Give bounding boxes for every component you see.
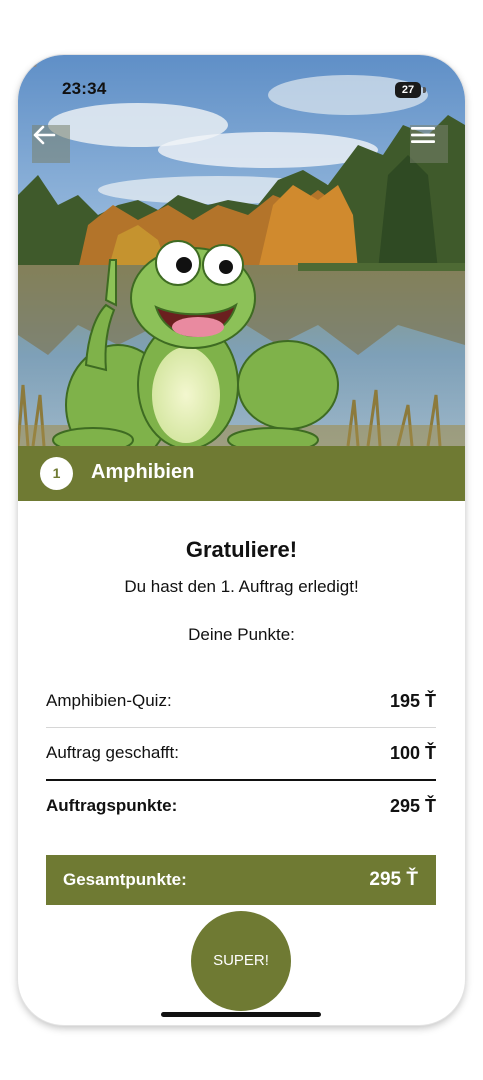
- points-row-value: 295 Ť: [389, 796, 436, 816]
- mission-number-badge: 1: [40, 457, 73, 490]
- battery-level: 27: [395, 82, 421, 98]
- super-button[interactable]: SUPER!: [191, 911, 291, 1011]
- arrow-left-icon: [33, 125, 56, 145]
- grand-total-label: Gesamtpunkte:: [63, 870, 187, 889]
- mission-header: 1 Amphibien: [18, 446, 465, 501]
- points-row-value: 100 Ť: [389, 743, 436, 763]
- congrats-title: Gratuliere!: [185, 537, 298, 562]
- status-bar: 23:34 27: [18, 55, 465, 105]
- lake-scene-illustration: [18, 55, 465, 446]
- menu-button[interactable]: [410, 125, 448, 163]
- points-heading: Deine Punkte:: [188, 625, 295, 644]
- back-button[interactable]: [32, 125, 70, 163]
- points-row-label: Amphibien-Quiz:: [46, 691, 172, 710]
- hero-image: 23:34 27: [18, 55, 465, 446]
- battery-icon: 27: [395, 82, 427, 98]
- battery-tip: [423, 87, 426, 93]
- points-row-label: Auftrag geschafft:: [46, 743, 179, 762]
- points-row-label: Auftragspunkte:: [46, 796, 178, 815]
- hamburger-menu-icon: [411, 127, 435, 143]
- points-row-mission: Auftrag geschafft: 100 Ť: [46, 729, 436, 781]
- points-row-quiz: Amphibien-Quiz: 195 Ť: [46, 677, 436, 728]
- phone-frame: 23:34 27 1 Amphibien Gratuliere! Du hast…: [18, 55, 465, 1025]
- result-panel: Gratuliere! Du hast den 1. Auftrag erled…: [18, 501, 465, 1025]
- grand-total-value: 295 Ť: [369, 869, 418, 890]
- points-row-mission-total: Auftragspunkte: 295 Ť: [46, 782, 436, 832]
- mission-title: Amphibien: [91, 461, 195, 483]
- home-indicator: [161, 1012, 321, 1017]
- status-time: 23:34: [62, 79, 107, 98]
- congrats-subtitle: Du hast den 1. Auftrag erledigt!: [124, 577, 359, 596]
- grand-total-bar: Gesamtpunkte: 295 Ť: [46, 855, 436, 905]
- wifi-icon: [18, 55, 38, 71]
- points-row-value: 195 Ť: [389, 691, 436, 711]
